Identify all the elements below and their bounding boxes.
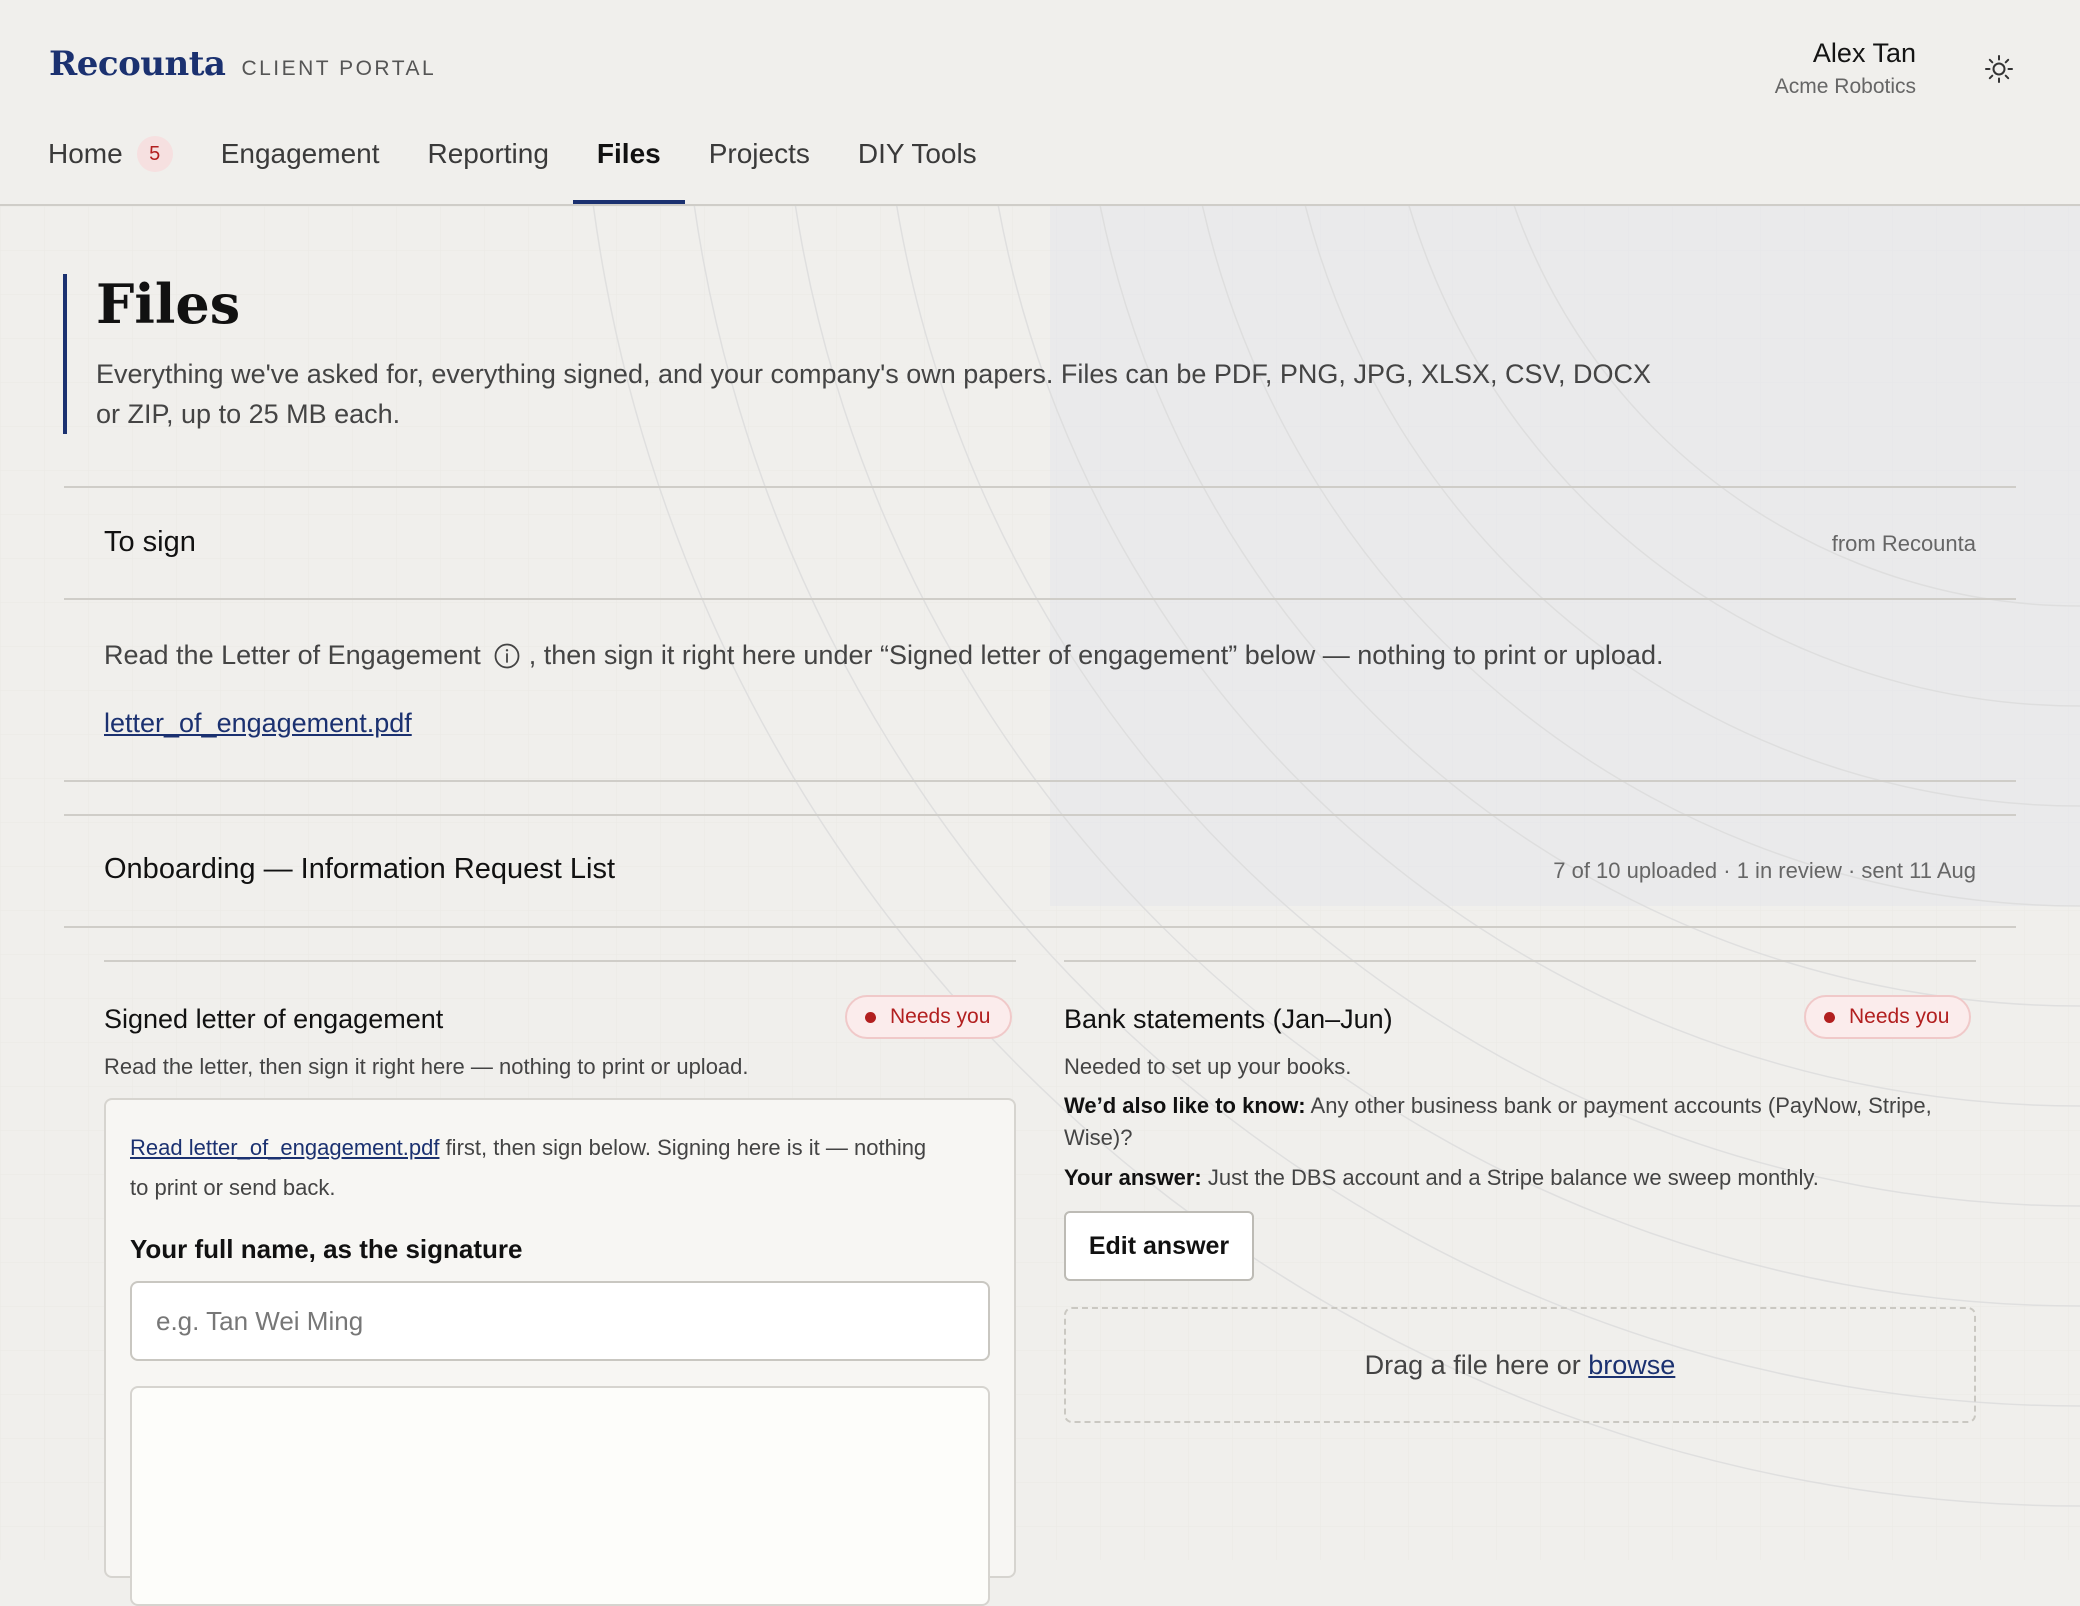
edit-answer-button[interactable]: Edit answer (1064, 1211, 1254, 1281)
tab-files[interactable]: Files (572, 138, 685, 204)
divider (64, 926, 2016, 928)
tab-home-label: Home (48, 138, 123, 169)
divider (64, 780, 2016, 782)
brand-subtitle: CLIENT PORTAL (241, 57, 437, 80)
divider (64, 814, 2016, 816)
top-bar: Recounta CLIENT PORTAL Alex Tan Acme Rob… (0, 0, 2080, 206)
page-header: Files Everything we've asked for, everyt… (63, 274, 1656, 434)
tab-reporting-label: Reporting (427, 138, 549, 169)
tab-projects[interactable]: Projects (709, 138, 810, 204)
answer-text: Just the DBS account and a Stripe balanc… (1201, 1165, 1819, 1190)
main-nav: Home 5 Engagement Reporting Files Projec… (48, 136, 1025, 204)
status-dot (1824, 1011, 1835, 1023)
card-divider (1064, 960, 1976, 962)
follow-up-answer: Your answer: Just the DBS account and a … (1064, 1162, 1944, 1194)
follow-up-question: We’d also like to know: Any other busine… (1064, 1090, 1944, 1154)
onboarding-meta: 7 of 10 uploaded · 1 in review · sent 11… (1553, 858, 1976, 883)
divider (64, 598, 2016, 600)
to-sign-meta: from Recounta (1831, 531, 1976, 556)
onboarding-title: Onboarding — Information Request List (104, 853, 615, 885)
status-badge: Needs you (845, 995, 1013, 1039)
page-title: Files (96, 272, 241, 336)
tab-projects-label: Projects (708, 138, 810, 169)
signature-name-label: Your full name, as the signature (130, 1234, 523, 1264)
tab-files-label: Files (596, 138, 661, 169)
signature-name-input[interactable] (130, 1281, 990, 1361)
to-sign-title: To sign (104, 526, 196, 558)
bank-statements-description: Needed to set up your books. (1064, 1054, 1352, 1079)
to-sign-note-rest: , then sign it right here under “Signed … (528, 640, 1664, 670)
status-dot (865, 1011, 876, 1023)
sun-icon (1985, 55, 2013, 83)
to-sign-note-text: Read the Letter of Engagement (104, 640, 481, 670)
bank-statements-title: Bank statements (Jan–Jun) (1064, 1004, 1393, 1034)
signature-intro: Read letter_of_engagement.pdf first, the… (130, 1128, 950, 1208)
signed-letter-title: Signed letter of engagement (104, 1004, 444, 1034)
signature-pad[interactable] (130, 1386, 990, 1606)
tab-engagement-label: Engagement (220, 138, 380, 169)
theme-toggle-button[interactable] (1980, 50, 2018, 88)
read-letter-link[interactable]: Read letter_of_engagement.pdf (130, 1135, 439, 1160)
tab-home[interactable]: Home 5 (48, 136, 173, 204)
status-label: Needs you (890, 1005, 991, 1028)
divider (64, 486, 2016, 488)
dropzone-text: Drag a file here or (1364, 1349, 1581, 1380)
status-badge: Needs you (1804, 995, 1972, 1039)
question-label: We’d also like to know: (1064, 1093, 1306, 1118)
user-name: Alex Tan (1812, 38, 1916, 68)
tab-engagement[interactable]: Engagement (221, 138, 380, 204)
status-label: Needs you (1849, 1005, 1950, 1028)
info-icon[interactable] (493, 642, 521, 670)
user-org: Acme Robotics (1774, 75, 1916, 98)
tab-reporting[interactable]: Reporting (428, 138, 549, 204)
user-menu[interactable]: Alex Tan Acme Robotics (1775, 38, 1916, 99)
file-dropzone[interactable]: Drag a file here or browse (1064, 1307, 1976, 1423)
to-sign-note: Read the Letter of Engagement , then sig… (104, 640, 1663, 671)
signed-letter-description: Read the letter, then sign it right here… (104, 1054, 749, 1079)
brand-logo: Recounta (49, 44, 226, 84)
browse-link[interactable]: browse (1588, 1350, 1675, 1381)
tab-diy-tools[interactable]: DIY Tools (858, 138, 977, 204)
tab-diy-tools-label: DIY Tools (857, 138, 977, 169)
page-description: Everything we've asked for, everything s… (96, 359, 1652, 429)
signature-panel: Read letter_of_engagement.pdf first, the… (104, 1098, 1016, 1606)
notification-badge: 5 (136, 136, 173, 172)
card-divider (104, 960, 1016, 962)
brand[interactable]: Recounta CLIENT PORTAL (49, 44, 436, 84)
answer-label: Your answer: (1064, 1165, 1202, 1190)
letter-of-engagement-link[interactable]: letter_of_engagement.pdf (104, 708, 412, 739)
